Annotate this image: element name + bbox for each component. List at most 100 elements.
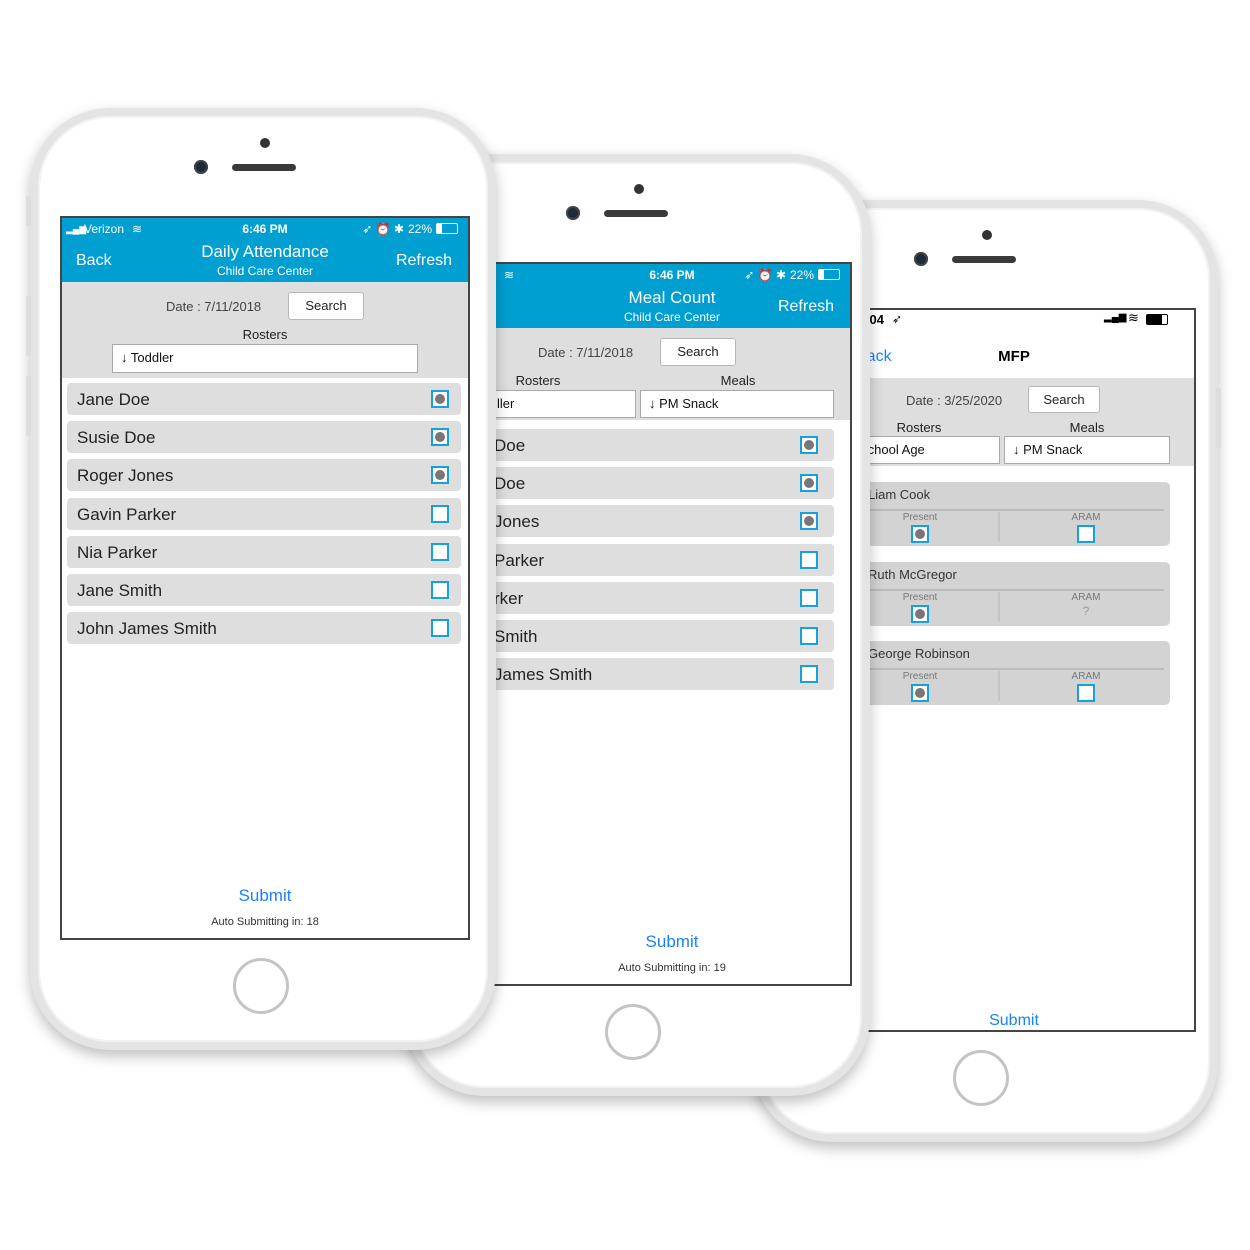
status-icons: ➶ ⏰ ✱ bbox=[744, 268, 786, 282]
rosters-select[interactable]: ller bbox=[494, 390, 636, 418]
phone-daily-attendance: ▂▄▆ Verizon ≋ 6:46 PM ➶ ⏰ ✱ 22% Back Dai… bbox=[26, 108, 496, 1050]
student-name: Jane Doe bbox=[77, 390, 150, 409]
list-item[interactable]: Smith bbox=[494, 620, 834, 652]
divider bbox=[854, 588, 1164, 591]
list-item[interactable]: James Smith bbox=[494, 658, 834, 691]
aram-checkbox[interactable] bbox=[1077, 525, 1095, 543]
attendance-checkbox[interactable] bbox=[431, 390, 449, 408]
checked-indicator bbox=[804, 516, 814, 527]
speaker-grille bbox=[952, 256, 1016, 263]
battery-level: 22% bbox=[789, 268, 814, 282]
student-name: Susie Doe bbox=[77, 428, 156, 448]
divider bbox=[998, 591, 1000, 622]
date-label: Date : 7/11/2018 bbox=[538, 345, 634, 360]
attendance-checkbox[interactable] bbox=[800, 588, 818, 607]
navbar: Meal Count Child Care Center Refresh bbox=[494, 284, 850, 328]
refresh-button[interactable]: Refresh bbox=[396, 252, 452, 270]
student-name: Nia Parker bbox=[77, 542, 158, 562]
attendance-checkbox[interactable] bbox=[800, 474, 818, 493]
navbar: Back Daily Attendance Child Care Center … bbox=[62, 238, 468, 282]
student-name: Smith bbox=[494, 627, 538, 646]
checked-indicator bbox=[915, 688, 925, 698]
attendance-checkbox[interactable] bbox=[431, 542, 449, 561]
present-checkbox[interactable] bbox=[911, 684, 929, 702]
home-button[interactable] bbox=[605, 1004, 661, 1060]
list-item[interactable]: rker bbox=[494, 581, 834, 614]
student-name: Gavin Parker bbox=[77, 504, 177, 524]
attendance-checkbox[interactable] bbox=[800, 665, 818, 684]
screen-mfp: 0:04 ➶ ▂▄▆ ≋ Back MFP Date : 3/25/2020 S… bbox=[854, 308, 1196, 1032]
home-button[interactable] bbox=[953, 1050, 1009, 1106]
list-item[interactable]: Jane Smith bbox=[67, 574, 461, 606]
attendance-checkbox[interactable] bbox=[431, 504, 449, 523]
submit-button[interactable]: Submit bbox=[494, 932, 850, 952]
rosters-select[interactable]: ↓ Toddler bbox=[112, 344, 418, 373]
date-label: Date : 7/11/2018 bbox=[166, 299, 262, 314]
attendance-checkbox[interactable] bbox=[800, 550, 818, 569]
student-name: Ruth McGregor bbox=[868, 566, 957, 582]
present-checkbox[interactable] bbox=[911, 604, 929, 623]
meals-select[interactable]: ↓ PM Snack bbox=[640, 390, 834, 418]
sensor-dot bbox=[982, 230, 992, 240]
camera-icon bbox=[566, 206, 580, 220]
search-button[interactable]: Search bbox=[660, 338, 736, 366]
submit-button[interactable]: Submit bbox=[854, 1012, 1194, 1030]
divider bbox=[998, 671, 1000, 701]
checked-indicator bbox=[804, 478, 814, 489]
attendance-checkbox[interactable] bbox=[431, 428, 449, 447]
speaker-grille bbox=[232, 164, 296, 171]
status-bar: 0:04 ➶ ▂▄▆ ≋ bbox=[854, 310, 1194, 330]
list-item[interactable]: Susie Doe bbox=[67, 421, 461, 454]
student-name: Doe bbox=[494, 474, 526, 494]
student-name: Roger Jones bbox=[77, 466, 174, 486]
present-checkbox[interactable] bbox=[911, 525, 929, 543]
attendance-checkbox[interactable] bbox=[800, 512, 818, 531]
camera-icon bbox=[914, 252, 928, 266]
auto-submit-countdown: Auto Submitting in: 18 bbox=[211, 916, 319, 928]
aram-checkbox[interactable] bbox=[1077, 684, 1095, 702]
attendance-checkbox[interactable] bbox=[800, 436, 818, 454]
list-item[interactable]: Jones bbox=[494, 505, 834, 538]
attendance-checkbox[interactable] bbox=[431, 581, 449, 599]
present-label: Present bbox=[902, 591, 938, 603]
volume-down-button bbox=[26, 376, 31, 436]
list-item[interactable]: Gavin Parker bbox=[67, 497, 461, 530]
student-name: rker bbox=[494, 588, 524, 608]
sensor-dot bbox=[260, 138, 270, 148]
list-item[interactable]: Jane Doe bbox=[67, 383, 461, 415]
screen-meal-count: ≋ 6:46 PM ➶ ⏰ ✱ 22% Meal Count Child Car… bbox=[494, 262, 852, 986]
attendance-checkbox[interactable] bbox=[800, 627, 818, 645]
list-item[interactable]: Doe bbox=[494, 467, 834, 500]
student-name: James Smith bbox=[494, 665, 593, 685]
meals-select[interactable]: ↓ PM Snack bbox=[1004, 436, 1170, 464]
auto-submit-countdown: Auto Submitting in: 19 bbox=[618, 962, 726, 974]
refresh-button[interactable]: Refresh bbox=[778, 298, 834, 316]
search-button[interactable]: Search bbox=[1028, 386, 1100, 413]
student-name: Jane Smith bbox=[77, 581, 163, 600]
volume-up-button bbox=[26, 296, 31, 356]
filter-panel: Date : 3/25/2020 Search Rosters Meals Sc… bbox=[854, 378, 1194, 466]
list-item[interactable]: Roger Jones bbox=[67, 459, 461, 492]
submit-button[interactable]: Submit bbox=[62, 886, 468, 906]
search-button[interactable]: Search bbox=[288, 292, 364, 320]
wifi-icon: ≋ bbox=[1128, 310, 1139, 325]
divider bbox=[998, 512, 1000, 542]
checked-indicator bbox=[435, 470, 445, 481]
battery-icon bbox=[436, 223, 458, 234]
present-label: Present bbox=[902, 671, 938, 682]
student-card: 6George RobinsonPresentARAM bbox=[854, 641, 1170, 705]
rosters-label: Rosters bbox=[896, 420, 942, 435]
rosters-label: Rosters bbox=[515, 373, 561, 388]
home-button[interactable] bbox=[233, 958, 289, 1014]
list-item[interactable]: Doe bbox=[494, 429, 834, 461]
attendance-checkbox[interactable] bbox=[431, 619, 449, 638]
rosters-select[interactable]: School Age bbox=[854, 436, 1000, 464]
attendance-checkbox[interactable] bbox=[431, 466, 449, 485]
filter-panel: Date : 7/11/2018 Search Rosters ↓ Toddle… bbox=[62, 282, 468, 378]
present-label: Present bbox=[902, 512, 938, 523]
checked-indicator bbox=[915, 529, 925, 539]
aram-label: ARAM bbox=[1071, 512, 1101, 523]
list-item[interactable]: John James Smith bbox=[67, 612, 461, 645]
list-item[interactable]: Parker bbox=[494, 543, 834, 576]
list-item[interactable]: Nia Parker bbox=[67, 535, 461, 568]
